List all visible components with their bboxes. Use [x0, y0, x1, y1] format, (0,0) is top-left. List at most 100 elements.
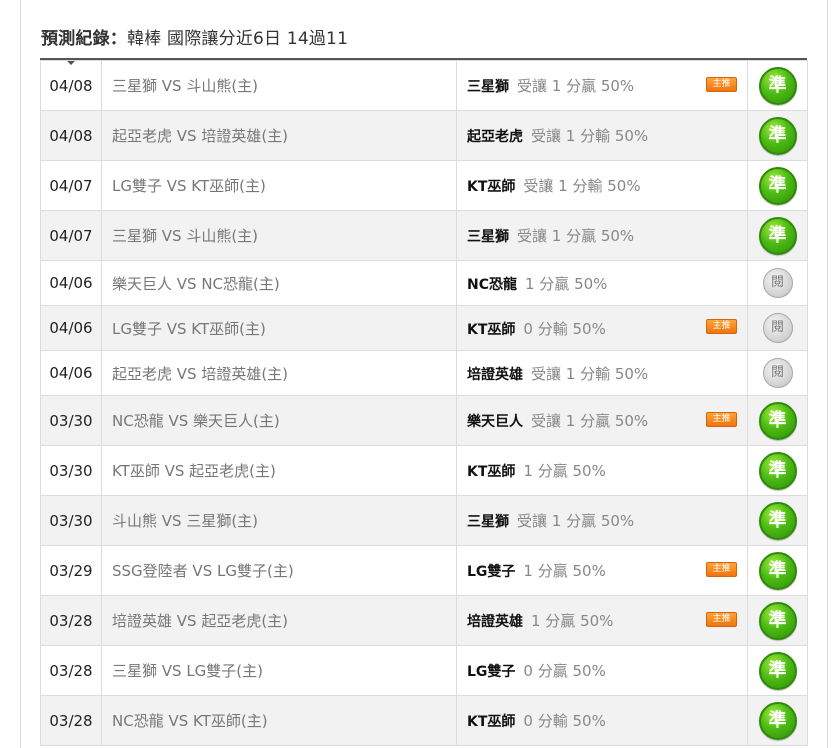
result-hit-icon: 準: [758, 601, 797, 640]
record-result: 準: [747, 395, 808, 446]
pick-detail: 1 分贏 50%: [523, 562, 606, 580]
record-date: 03/30: [40, 445, 102, 496]
record-date: 04/07: [40, 210, 102, 261]
result-hit-icon: 準: [758, 651, 797, 690]
table-row: 03/28 三星獅 VS LG雙子(主) LG雙子 0 分贏 50% 準: [40, 645, 808, 696]
record-date: 04/06: [40, 305, 102, 351]
result-hit-icon: 準: [758, 166, 797, 205]
pick-detail: 0 分輸 50%: [523, 712, 606, 730]
result-hit-icon: 準: [758, 401, 797, 440]
pick-team: LG雙子: [467, 664, 516, 680]
record-date: 03/28: [40, 695, 102, 746]
record-match[interactable]: NC恐龍 VS 樂天巨人(主): [101, 395, 457, 446]
record-result: 閱: [747, 305, 808, 351]
table-row: 04/06 樂天巨人 VS NC恐龍(主) NC恐龍 1 分贏 50% 閱: [40, 260, 808, 306]
pick-detail: 受讓 1 分輸 50%: [531, 127, 649, 145]
result-draw-icon: 閱: [762, 268, 793, 298]
record-pick: KT巫師 0 分輸 50% 主推: [456, 305, 748, 351]
record-pick: 培證英雄 受讓 1 分輸 50%: [456, 350, 748, 396]
record-result: 準: [747, 545, 808, 596]
table-row: 04/07 三星獅 VS 斗山熊(主) 三星獅 受讓 1 分贏 50% 準: [40, 210, 808, 261]
record-date: 04/06: [40, 350, 102, 396]
pick-detail: 受讓 1 分贏 50%: [517, 227, 635, 245]
main-pick-badge: 主推: [706, 611, 737, 627]
record-date: 04/08: [40, 110, 102, 161]
result-hit-icon: 準: [758, 216, 797, 255]
table-row: 04/08 起亞老虎 VS 培證英雄(主) 起亞老虎 受讓 1 分輸 50% 準: [40, 110, 808, 161]
title-summary: 韓棒 國際讓分近6日 14過11: [127, 29, 349, 49]
record-match[interactable]: 培證英雄 VS 起亞老虎(主): [101, 595, 457, 646]
record-pick: 三星獅 受讓 1 分贏 50%: [456, 210, 748, 261]
pick-team: 樂天巨人: [467, 414, 523, 430]
pick-team: KT巫師: [467, 321, 516, 338]
prediction-panel: 預測紀錄：韓棒 國際讓分近6日 14過11 04/08 三星獅 VS 斗山熊(主)…: [20, 0, 828, 748]
result-hit-icon: 準: [758, 66, 797, 105]
pick-team: 起亞老虎: [467, 129, 523, 145]
record-pick: 培證英雄 1 分贏 50% 主推: [456, 595, 748, 646]
record-match[interactable]: 樂天巨人 VS NC恐龍(主): [101, 260, 457, 306]
pick-team: KT巫師: [467, 714, 516, 730]
record-result: 準: [747, 695, 808, 746]
pick-detail: 0 分輸 50%: [523, 319, 606, 338]
record-pick: KT巫師 受讓 1 分輸 50%: [456, 160, 748, 211]
table-row: 03/30 NC恐龍 VS 樂天巨人(主) 樂天巨人 受讓 1 分贏 50% 主推 準: [40, 395, 808, 446]
pick-team: 三星獅: [467, 514, 509, 530]
main-pick-badge: 主推: [706, 319, 737, 334]
record-match[interactable]: 三星獅 VS 斗山熊(主): [101, 210, 457, 261]
result-draw-icon: 閱: [762, 358, 793, 388]
record-pick: KT巫師 1 分贏 50%: [456, 445, 748, 496]
record-match[interactable]: 斗山熊 VS 三星獅(主): [101, 495, 457, 546]
pick-team: 三星獅: [467, 79, 509, 95]
record-pick: NC恐龍 1 分贏 50%: [456, 260, 748, 306]
pick-team: KT巫師: [467, 179, 516, 195]
pick-detail: 1 分贏 50%: [531, 612, 614, 630]
record-pick: LG雙子 0 分贏 50%: [456, 645, 748, 696]
record-result: 準: [747, 210, 808, 261]
table-row: 04/08 三星獅 VS 斗山熊(主) 三星獅 受讓 1 分贏 50% 主推 準: [40, 60, 808, 111]
record-pick: KT巫師 0 分輸 50%: [456, 695, 748, 746]
pick-team: 培證英雄: [467, 366, 523, 383]
record-date: 04/08: [40, 60, 102, 111]
main-pick-badge: 主推: [706, 411, 737, 427]
table-row: 03/29 SSG登陸者 VS LG雙子(主) LG雙子 1 分贏 50% 主推 準: [40, 545, 808, 596]
pick-detail: 受讓 1 分輸 50%: [531, 364, 649, 383]
record-date: 03/30: [40, 395, 102, 446]
table-row: 03/30 KT巫師 VS 起亞老虎(主) KT巫師 1 分贏 50% 準: [40, 445, 808, 496]
record-pick: 起亞老虎 受讓 1 分輸 50%: [456, 110, 748, 161]
table-row: 03/28 培證英雄 VS 起亞老虎(主) 培證英雄 1 分贏 50% 主推 準: [40, 595, 808, 646]
record-date: 03/28: [40, 595, 102, 646]
record-pick: 樂天巨人 受讓 1 分贏 50% 主推: [456, 395, 748, 446]
main-pick-badge: 主推: [706, 561, 737, 577]
record-result: 準: [747, 110, 808, 161]
record-date: 04/06: [40, 260, 102, 306]
record-match[interactable]: NC恐龍 VS KT巫師(主): [101, 695, 457, 746]
result-hit-icon: 準: [758, 501, 797, 540]
record-result: 閱: [747, 260, 808, 306]
record-match[interactable]: 三星獅 VS 斗山熊(主): [101, 60, 457, 111]
table-row: 04/06 LG雙子 VS KT巫師(主) KT巫師 0 分輸 50% 主推 閱: [40, 305, 808, 351]
record-match[interactable]: 起亞老虎 VS 培證英雄(主): [101, 110, 457, 161]
pick-team: 三星獅: [467, 229, 509, 245]
record-match[interactable]: LG雙子 VS KT巫師(主): [101, 160, 457, 211]
record-result: 準: [747, 645, 808, 696]
record-pick: LG雙子 1 分贏 50% 主推: [456, 545, 748, 596]
pick-team: LG雙子: [467, 564, 516, 580]
record-date: 04/07: [40, 160, 102, 211]
result-hit-icon: 準: [758, 701, 797, 740]
record-result: 準: [747, 495, 808, 546]
result-hit-icon: 準: [758, 551, 797, 590]
table-row: 04/07 LG雙子 VS KT巫師(主) KT巫師 受讓 1 分輸 50% 準: [40, 160, 808, 211]
record-result: 準: [747, 160, 808, 211]
record-match[interactable]: KT巫師 VS 起亞老虎(主): [101, 445, 457, 496]
record-result: 準: [747, 595, 808, 646]
panel-title: 預測紀錄：韓棒 國際讓分近6日 14過11: [41, 24, 348, 49]
record-match[interactable]: 三星獅 VS LG雙子(主): [101, 645, 457, 696]
record-result: 閱: [747, 350, 808, 396]
records-table: 04/08 三星獅 VS 斗山熊(主) 三星獅 受讓 1 分贏 50% 主推準 04/08…: [40, 60, 808, 746]
pick-detail: 受讓 1 分贏 50%: [517, 77, 635, 95]
record-result: 準: [747, 60, 808, 111]
record-match[interactable]: LG雙子 VS KT巫師(主): [101, 305, 457, 351]
pick-detail: 1 分贏 50%: [525, 274, 608, 293]
record-match[interactable]: 起亞老虎 VS 培證英雄(主): [101, 350, 457, 396]
record-match[interactable]: SSG登陸者 VS LG雙子(主): [101, 545, 457, 596]
